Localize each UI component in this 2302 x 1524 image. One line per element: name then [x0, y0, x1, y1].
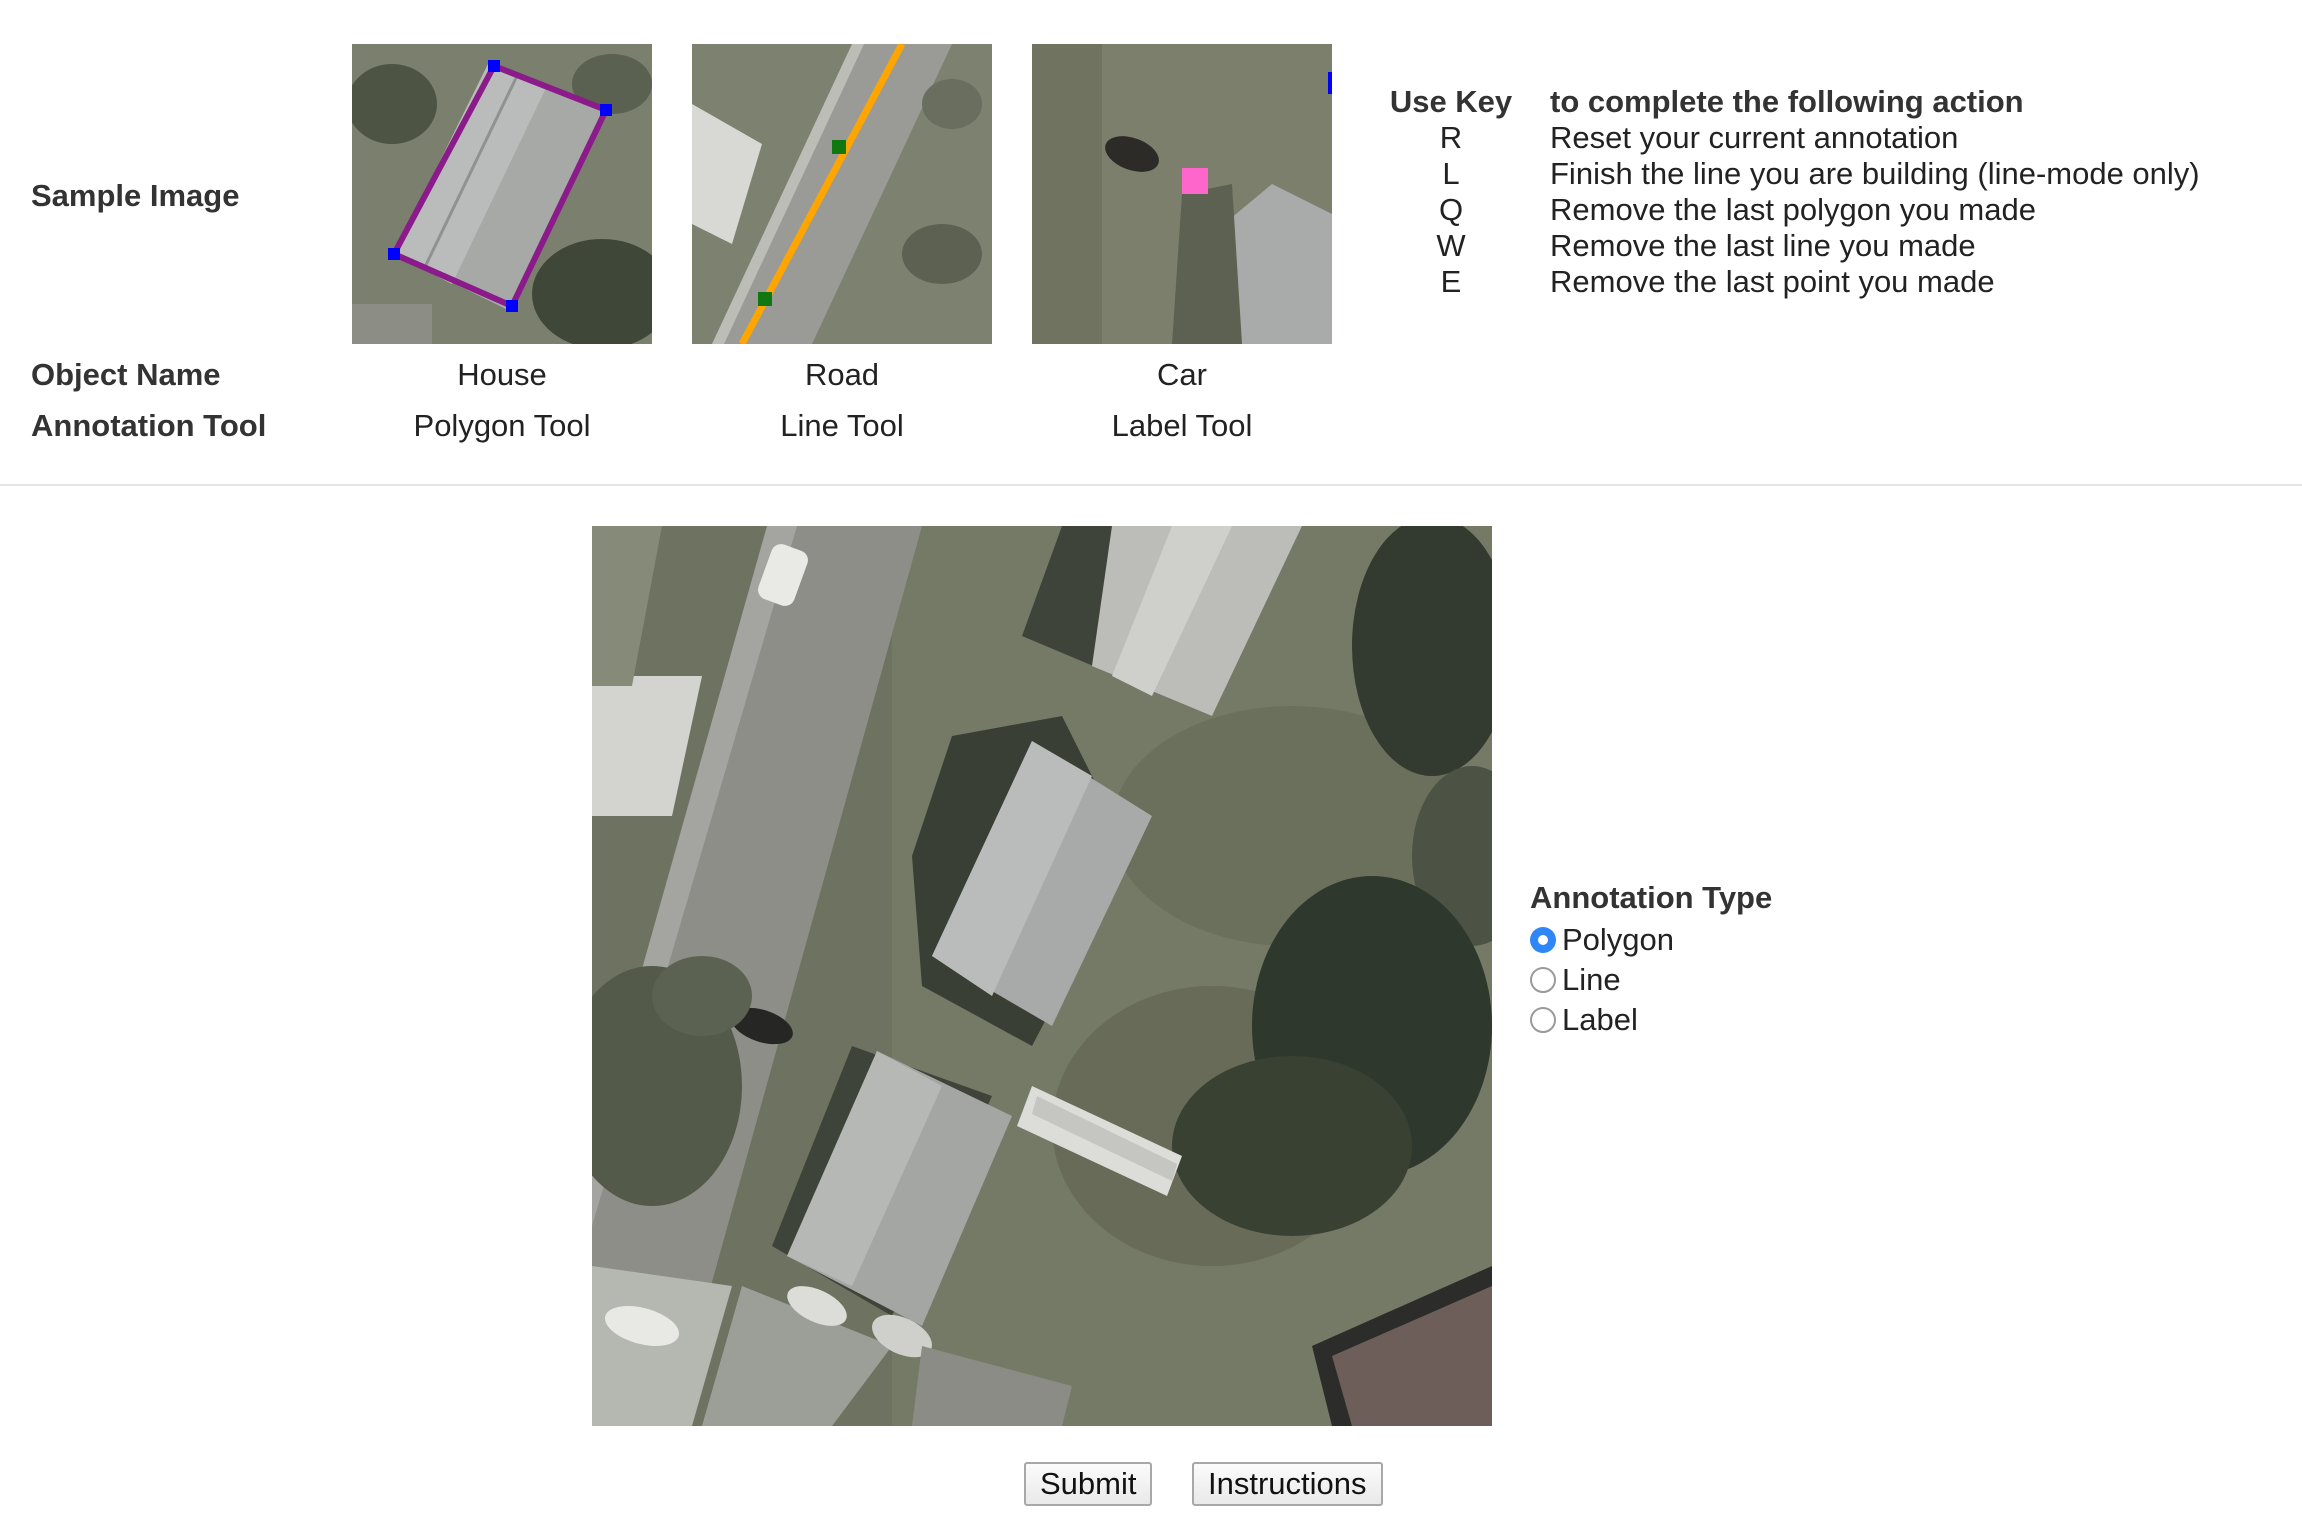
radio-label-button[interactable] — [1530, 1007, 1556, 1033]
shortcut-key: E — [1440, 264, 1462, 299]
annotation-canvas[interactable] — [592, 526, 1492, 1426]
sample-image-label: Sample Image — [31, 178, 240, 213]
shortcut-row: E Remove the last point you made — [1388, 264, 2200, 300]
shortcut-key: Q — [1438, 192, 1464, 227]
instructions-button[interactable]: Instructions — [1192, 1462, 1383, 1506]
section-divider — [0, 484, 2302, 486]
shortcut-row: Q Remove the last polygon you made — [1388, 192, 2200, 228]
shortcut-row: R Reset your current annotation — [1388, 120, 2200, 156]
sample-road-image — [692, 44, 992, 344]
object-name-label: Object Name — [31, 357, 221, 392]
polygon-tool-name: Polygon Tool — [413, 408, 591, 443]
shortcut-action: Reset your current annotation — [1550, 120, 1959, 155]
shortcut-action: Remove the last point you made — [1550, 264, 1995, 299]
radio-line[interactable]: Line — [1530, 960, 1772, 1000]
car-object-name: Car — [1157, 357, 1207, 392]
annotation-type-panel: Annotation Type Polygon Line Label — [1530, 880, 1772, 1040]
sample-house-image — [352, 44, 652, 344]
annotation-type-title: Annotation Type — [1530, 880, 1773, 915]
shortcut-header-row: Use Key to complete the following action — [1388, 84, 2200, 120]
radio-label[interactable]: Label — [1530, 1000, 1772, 1040]
radio-polygon-label[interactable]: Polygon — [1562, 922, 1674, 958]
annotation-tool-label: Annotation Tool — [31, 408, 267, 443]
radio-polygon-button[interactable] — [1530, 927, 1556, 953]
radio-line-label[interactable]: Line — [1562, 962, 1621, 998]
shortcut-key: W — [1436, 228, 1466, 263]
keyboard-shortcut-table: Use Key to complete the following action… — [1388, 84, 2200, 300]
shortcut-action: Remove the last line you made — [1550, 228, 1976, 263]
road-object-name: Road — [804, 357, 880, 392]
line-tool-name: Line Tool — [780, 408, 904, 443]
submit-button[interactable]: Submit — [1024, 1462, 1153, 1506]
radio-line-button[interactable] — [1530, 967, 1556, 993]
shortcut-row: W Remove the last line you made — [1388, 228, 2200, 264]
action-header: to complete the following action — [1550, 84, 2024, 119]
shortcut-row: L Finish the line you are building (line… — [1388, 156, 2200, 192]
label-tool-name: Label Tool — [1111, 408, 1253, 443]
sample-car-image — [1032, 44, 1332, 344]
radio-polygon[interactable]: Polygon — [1530, 920, 1772, 960]
shortcut-action: Remove the last polygon you made — [1550, 192, 2036, 227]
house-object-name: House — [457, 357, 547, 392]
shortcut-action: Finish the line you are building (line-m… — [1550, 156, 2200, 191]
use-key-header: Use Key — [1389, 84, 1513, 119]
radio-label-label[interactable]: Label — [1562, 1002, 1638, 1038]
shortcut-key: R — [1439, 120, 1463, 155]
shortcut-key: L — [1442, 156, 1460, 191]
